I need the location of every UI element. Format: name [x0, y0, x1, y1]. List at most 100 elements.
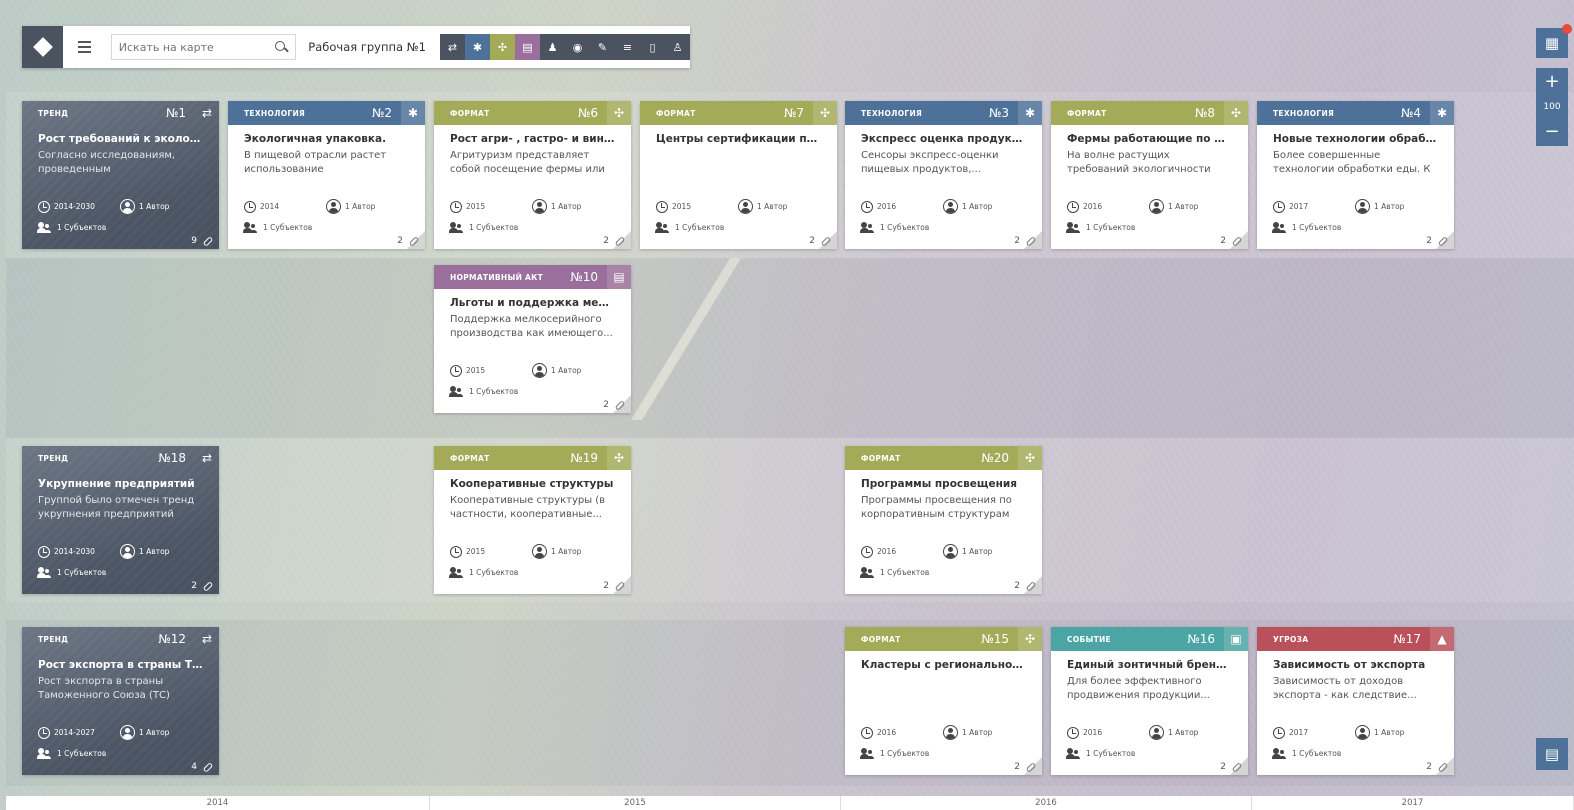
map-card[interactable]: НОРМАТИВНЫЙ АКТ №10 ▤ Льготы и поддержка…: [434, 265, 631, 413]
card-date: 2016: [1083, 728, 1103, 737]
logo-button[interactable]: [22, 26, 64, 68]
menu-button[interactable]: [63, 26, 104, 68]
document-icon: ▤: [522, 40, 533, 54]
map-card[interactable]: ТРЕНД №18 ⇄ Укрупнение предприятий Групп…: [22, 446, 219, 594]
search-input[interactable]: [118, 40, 269, 54]
card-date: 2014-2030: [54, 202, 95, 211]
card-author: 1 Автор: [139, 728, 170, 737]
map-card[interactable]: ТРЕНД №1 ⇄ Рост требований к экологично.…: [22, 101, 219, 249]
card-header: ТРЕНД №12 ⇄: [22, 627, 219, 651]
filter-button-document[interactable]: ▤: [515, 34, 540, 60]
card-link-count: 9: [191, 236, 197, 246]
map-card[interactable]: СОБЫТИЕ №16 ▣ Единый зонтичный бренд Арм…: [1051, 627, 1248, 775]
card-title: Укрупнение предприятий: [38, 478, 195, 490]
gear-icon: ✱: [472, 40, 483, 54]
filter-button-note[interactable]: ▯: [640, 34, 665, 60]
filter-button-wand[interactable]: ✎: [590, 34, 615, 60]
search-icon[interactable]: [275, 40, 288, 54]
card-description: [861, 675, 1026, 703]
map-card[interactable]: ТЕХНОЛОГИЯ №3 ✱ Экспресс оценка продукто…: [845, 101, 1042, 249]
format-icon: ✣: [607, 446, 631, 470]
paperclip-icon[interactable]: [1231, 761, 1243, 773]
filter-button-gear[interactable]: ✱: [465, 34, 490, 60]
map-card[interactable]: УГРОЗА №17 ▲ Зависимость от экспорта Зав…: [1257, 627, 1454, 775]
card-link-count: 2: [1220, 762, 1226, 772]
author-icon: [532, 544, 547, 559]
paperclip-icon[interactable]: [1025, 761, 1037, 773]
author-icon: [120, 725, 135, 740]
paperclip-icon[interactable]: [614, 580, 626, 592]
map-card[interactable]: ФОРМАТ №6 ✣ Рост агри- , гастро- и винот…: [434, 101, 631, 249]
paperclip-icon[interactable]: [408, 235, 420, 247]
author-icon: [943, 544, 958, 559]
timeline-axis: 2014 2015 2016 2017: [6, 796, 1574, 810]
card-title: Программы просвещения: [861, 478, 1017, 490]
author-icon: [532, 199, 547, 214]
paperclip-icon[interactable]: [1437, 235, 1449, 247]
paperclip-icon[interactable]: [614, 399, 626, 411]
card-subjects: 1 Субъектов: [469, 223, 519, 232]
calendar-icon: ▣: [1224, 627, 1248, 651]
clock-icon: [38, 545, 50, 558]
card-type: ФОРМАТ: [450, 453, 490, 463]
subjects-icon: [449, 567, 464, 578]
paperclip-icon[interactable]: [820, 235, 832, 247]
card-title: Рост экспорта в страны Тамож...: [38, 659, 203, 671]
card-subjects: 1 Субъектов: [1292, 223, 1342, 232]
zoom-control: + 100 −: [1536, 68, 1568, 146]
card-link-count: 2: [603, 581, 609, 591]
subjects-icon: [1272, 748, 1287, 759]
card-subjects: 1 Субъектов: [880, 223, 930, 232]
card-description: Зависимость от доходов экспорта - как сл…: [1273, 676, 1417, 701]
format-icon: ✣: [1224, 101, 1248, 125]
paperclip-icon[interactable]: [202, 761, 214, 773]
notes-button[interactable]: ▤: [1536, 738, 1568, 770]
map-card[interactable]: ТРЕНД №12 ⇄ Рост экспорта в страны Тамож…: [22, 627, 219, 775]
paperclip-icon[interactable]: [1231, 235, 1243, 247]
map-card[interactable]: ТЕХНОЛОГИЯ №2 ✱ Экологичная упаковка. В …: [228, 101, 425, 249]
paperclip-icon[interactable]: [202, 580, 214, 592]
card-link-count: 2: [1014, 236, 1020, 246]
map-card[interactable]: ФОРМАТ №8 ✣ Фермы работающие по безотх..…: [1051, 101, 1248, 249]
map-card[interactable]: ТЕХНОЛОГИЯ №4 ✱ Новые технологии обработ…: [1257, 101, 1454, 249]
paperclip-icon[interactable]: [1437, 761, 1449, 773]
card-date: 2016: [877, 728, 897, 737]
timeline-year: 2015: [430, 796, 841, 810]
workgroup-label[interactable]: Рабочая группа №1: [308, 40, 426, 54]
map-card[interactable]: ФОРМАТ №7 ✣ Центры сертификации продук..…: [640, 101, 837, 249]
paperclip-icon[interactable]: [1025, 580, 1037, 592]
filter-button-globe[interactable]: ◉: [565, 34, 590, 60]
gear-icon: ✱: [401, 101, 425, 125]
format-icon: ✣: [813, 101, 837, 125]
card-description: [656, 149, 821, 177]
card-title: Единый зонтичный бренд Арм...: [1067, 659, 1232, 671]
arrows-icon: ⇄: [201, 632, 213, 646]
format-icon: ✣: [1018, 627, 1042, 651]
clock-icon: [1067, 200, 1079, 213]
map-card[interactable]: ФОРМАТ №19 ✣ Кооперативные структуры Коо…: [434, 446, 631, 594]
filter-button-arrows[interactable]: ⇄: [440, 34, 465, 60]
zoom-out-button[interactable]: −: [1544, 122, 1559, 141]
clock-icon: [861, 726, 873, 739]
card-date: 2014-2027: [54, 728, 95, 737]
map-card[interactable]: ФОРМАТ №15 ✣ Кластеры с региональной спе…: [845, 627, 1042, 775]
filter-button-subjects[interactable]: ♟: [540, 34, 565, 60]
card-subjects: 1 Субъектов: [675, 223, 725, 232]
card-type: ФОРМАТ: [450, 108, 490, 118]
map-card[interactable]: ФОРМАТ №20 ✣ Программы просвещения Прогр…: [845, 446, 1042, 594]
table-view-button[interactable]: ▦: [1536, 24, 1572, 58]
paperclip-icon[interactable]: [202, 235, 214, 247]
paperclip-icon[interactable]: [1025, 235, 1037, 247]
paperclip-icon[interactable]: [614, 235, 626, 247]
zoom-in-button[interactable]: +: [1544, 73, 1559, 91]
clock-icon: [656, 200, 668, 213]
card-header: ФОРМАТ №19 ✣: [434, 446, 631, 470]
hamburger-icon: [77, 41, 91, 43]
filter-button-format[interactable]: ✣: [490, 34, 515, 60]
card-description: В пищевой отрасли растет использование б…: [244, 150, 387, 175]
card-header: ТЕХНОЛОГИЯ №4 ✱: [1257, 101, 1454, 125]
clock-icon: [450, 364, 462, 377]
filter-button-user[interactable]: ♙: [665, 34, 690, 60]
warning-icon: ▲: [1430, 627, 1454, 651]
filter-button-list[interactable]: ≡: [615, 34, 640, 60]
